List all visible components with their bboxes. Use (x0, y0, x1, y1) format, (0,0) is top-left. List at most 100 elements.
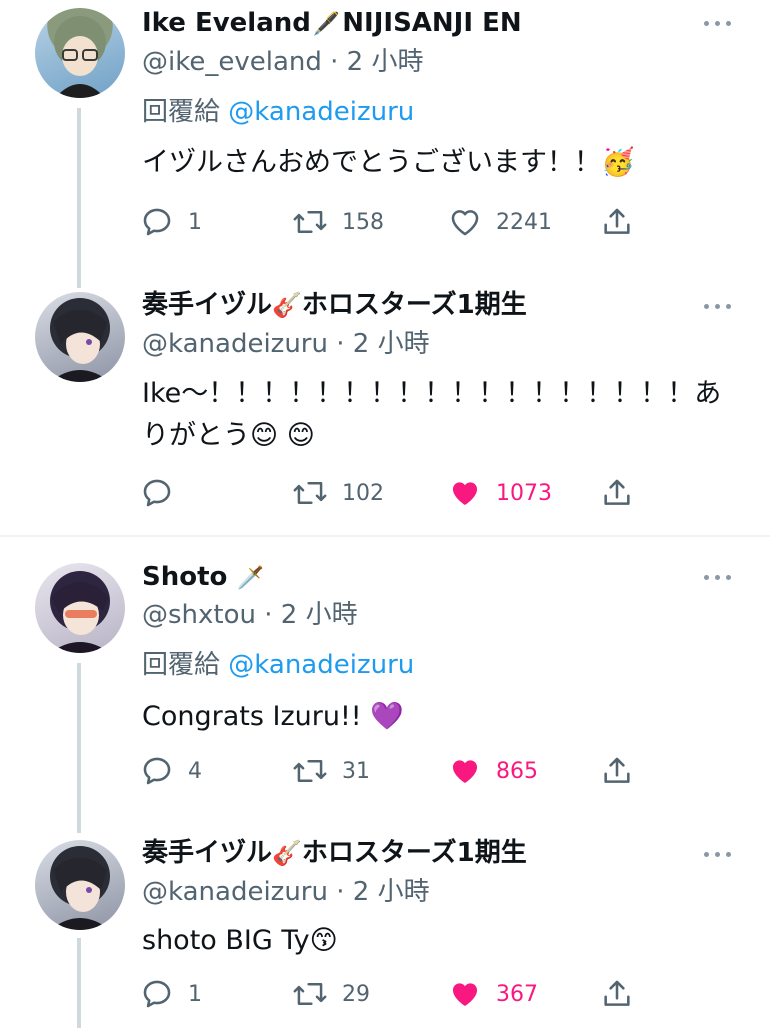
display-name-text: 奏手イヅル (142, 838, 273, 868)
retweet-button[interactable]: 29 (292, 974, 370, 1014)
avatar-art (54, 16, 106, 98)
reply-prefix: 回覆給 (142, 650, 221, 680)
retweet-icon (293, 760, 327, 782)
tweet-ike[interactable]: Ike Eveland🖋️NIJISANJI EN @ike_eveland ·… (0, 0, 770, 290)
reply-button[interactable]: 4 (140, 751, 202, 791)
timestamp[interactable]: · 2 小時 (330, 47, 423, 77)
tweet-kanade-2[interactable]: 奏手イヅル🎸ホロスターズ1期生 @kanadeizuru · 2 小時 shot… (0, 830, 770, 1028)
retweet-icon (293, 482, 327, 504)
thread-line (77, 663, 81, 833)
reply-context: 回覆給 @kanadeizuru (142, 95, 414, 129)
reply-context: 回覆給 @kanadeizuru (142, 648, 414, 682)
retweet-button[interactable]: 158 (292, 202, 384, 242)
thread-divider (0, 535, 770, 537)
reply-prefix: 回覆給 (142, 97, 221, 127)
retweet-icon (293, 211, 327, 233)
retweet-count: 102 (342, 480, 384, 506)
tweet-actions: 102 1073 (140, 473, 640, 513)
reply-button[interactable]: 1 (140, 974, 202, 1014)
display-name-suffix: NIJISANJI EN (342, 8, 522, 38)
tweet-actions: 1 158 2241 (140, 202, 640, 242)
reply-icon (143, 479, 171, 507)
retweet-count: 29 (342, 981, 370, 1007)
timestamp[interactable]: · 2 小時 (264, 600, 357, 630)
share-button[interactable] (600, 751, 634, 791)
display-name[interactable]: 奏手イヅル🎸ホロスターズ1期生 (142, 836, 527, 870)
share-icon (604, 757, 630, 783)
timestamp[interactable]: · 2 小時 (336, 877, 429, 907)
display-name[interactable]: Shoto 🗡️ (142, 560, 264, 596)
more-icon[interactable] (700, 848, 736, 860)
pen-emoji-icon: 🖋️ (312, 12, 341, 37)
share-icon (604, 980, 630, 1006)
handle[interactable]: @kanadeizuru (142, 329, 328, 359)
handle-line: @kanadeizuru · 2 小時 (142, 875, 430, 909)
handle-line: @ike_eveland · 2 小時 (142, 45, 423, 79)
display-name-text: Shoto (142, 562, 228, 592)
display-name-text: Ike Eveland (142, 8, 311, 38)
share-button[interactable] (600, 974, 634, 1014)
tweet-text: shoto BIG Ty😙 (142, 925, 338, 956)
avatar[interactable] (35, 292, 125, 382)
share-icon (604, 479, 630, 505)
tweet-kanade-1[interactable]: 奏手イヅル🎸ホロスターズ1期生 @kanadeizuru · 2 小時 Ike～… (0, 280, 770, 534)
guitar-emoji-icon: 🎸 (272, 291, 302, 319)
tweet-actions: 1 29 367 (140, 974, 640, 1014)
tweet-text: Congrats Izuru!! 💜 (142, 701, 404, 732)
reply-count: 1 (188, 981, 202, 1007)
display-name[interactable]: Ike Eveland🖋️NIJISANJI EN (142, 6, 522, 42)
share-icon (604, 208, 630, 234)
like-count: 1073 (496, 480, 552, 506)
reply-button[interactable] (140, 473, 188, 513)
reply-mention-link[interactable]: @kanadeizuru (228, 97, 414, 127)
handle-line: @kanadeizuru · 2 小時 (142, 327, 430, 361)
avatar[interactable] (35, 8, 125, 98)
retweet-icon (293, 983, 327, 1005)
like-count: 367 (496, 981, 538, 1007)
like-icon (452, 983, 478, 1007)
retweet-button[interactable]: 102 (292, 473, 384, 513)
avatar[interactable] (35, 840, 125, 930)
avatar-art (50, 298, 110, 382)
like-button[interactable]: 367 (448, 974, 538, 1014)
like-button[interactable]: 1073 (448, 473, 552, 513)
like-count: 2241 (496, 209, 552, 235)
retweet-button[interactable]: 31 (292, 751, 370, 791)
handle[interactable]: @shxtou (142, 600, 256, 630)
more-icon[interactable] (700, 571, 736, 583)
like-icon (451, 210, 479, 236)
handle[interactable]: @ike_eveland (142, 47, 322, 77)
handle[interactable]: @kanadeizuru (142, 877, 328, 907)
guitar-emoji-icon: 🎸 (272, 839, 302, 867)
reply-icon (143, 208, 171, 236)
display-name-suffix: ホロスターズ1期生 (301, 838, 527, 868)
reply-mention-link[interactable]: @kanadeizuru (228, 650, 414, 680)
tweet-actions: 4 31 865 (140, 751, 640, 791)
retweet-count: 31 (342, 758, 370, 784)
more-icon[interactable] (700, 300, 736, 312)
tweet-shoto[interactable]: Shoto 🗡️ @shxtou · 2 小時 回覆給 @kanadeizuru… (0, 555, 770, 833)
display-name[interactable]: 奏手イヅル🎸ホロスターズ1期生 (142, 288, 527, 322)
display-name-suffix: ホロスターズ1期生 (301, 290, 527, 320)
reply-icon (143, 980, 171, 1008)
timestamp[interactable]: · 2 小時 (336, 329, 429, 359)
retweet-count: 158 (342, 209, 384, 235)
like-icon (452, 760, 478, 784)
like-button[interactable]: 2241 (448, 202, 552, 242)
like-button[interactable]: 865 (448, 751, 538, 791)
thread-line (77, 108, 81, 288)
more-icon[interactable] (700, 17, 736, 29)
display-name-text: 奏手イヅル (142, 290, 273, 320)
share-button[interactable] (600, 473, 634, 513)
reply-count: 4 (188, 758, 202, 784)
reply-count: 1 (188, 209, 202, 235)
share-button[interactable] (600, 202, 634, 242)
tweet-text: Ike～！！！！！！！！！！！！！！！！！！ありがとう😊 😊 (142, 378, 722, 451)
avatar[interactable] (35, 563, 125, 653)
like-count: 865 (496, 758, 538, 784)
reply-button[interactable]: 1 (140, 202, 202, 242)
tweet-text: イヅルさんおめでとうございます！！🥳 (142, 147, 635, 178)
handle-line: @shxtou · 2 小時 (142, 598, 358, 632)
avatar-art (50, 571, 110, 653)
reply-icon (143, 757, 171, 785)
